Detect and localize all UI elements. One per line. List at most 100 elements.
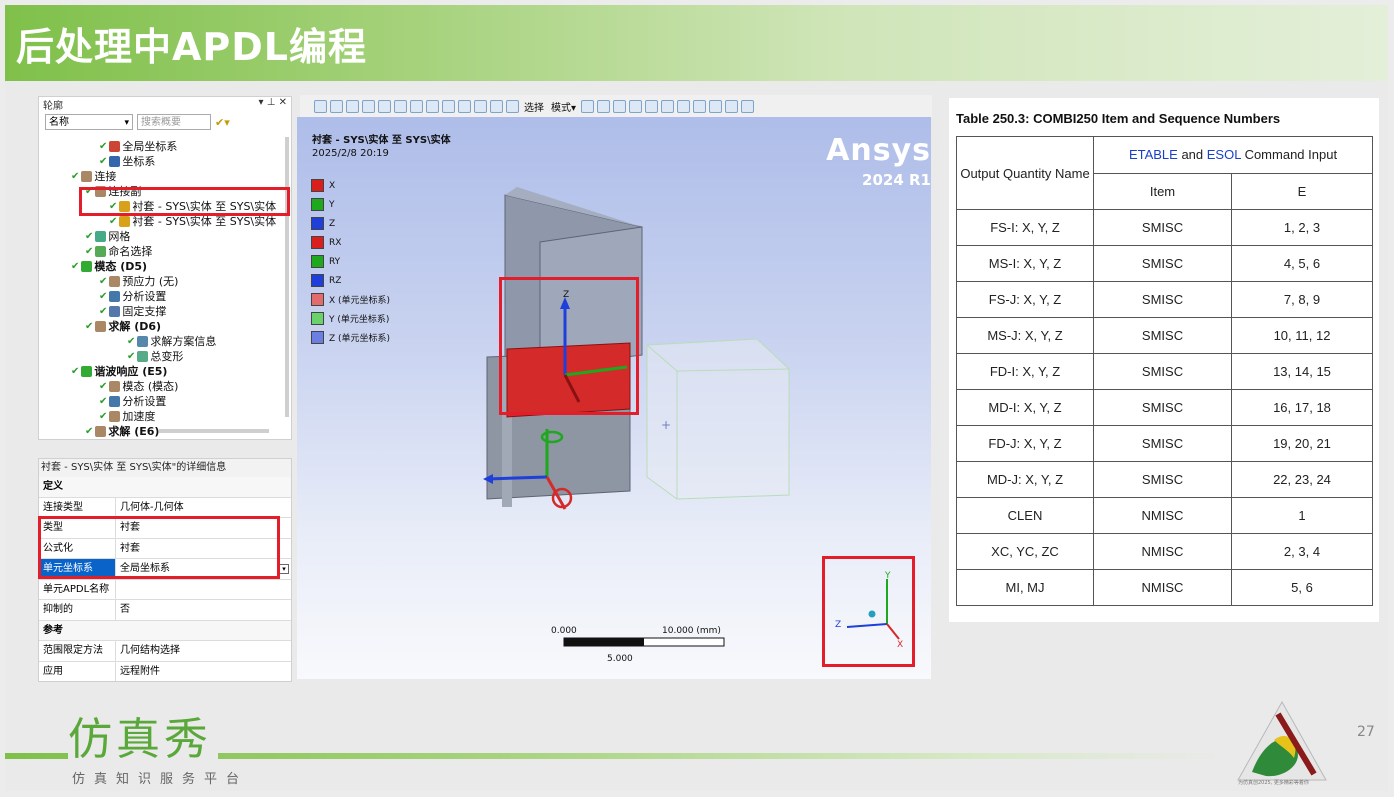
details-row[interactable]: 抑制的否 <box>39 600 291 621</box>
details-row[interactable]: 连接类型 几何体-几何体 <box>39 497 291 518</box>
select-element-icon[interactable] <box>661 99 675 113</box>
details-row[interactable]: 范围限定方法 几何结构选择 <box>39 641 291 662</box>
outline-tree-panel: 轮廓 ▾ ⊥ ✕ 名称 搜索概要 ✔▾ ✔全局坐标系✔坐标系✔连接✔连接副✔衬套… <box>38 96 292 440</box>
tree-item[interactable]: ✔ 坐标系 <box>99 154 155 169</box>
tree-item[interactable]: ✔ 求解 (D6) <box>85 319 161 334</box>
tree-item-label: 求解 (E6) <box>108 425 160 438</box>
next-view-icon[interactable] <box>506 99 519 113</box>
tree-item-label: 求解 (D6) <box>108 320 162 333</box>
table-row: MS-J: X, Y, Z SMISC 10, 11, 12 <box>956 317 1373 354</box>
table-cell-item: SMISC <box>1093 281 1232 318</box>
tree-item-label: 衬套 - SYS\实体 至 SYS\实体 <box>132 215 277 228</box>
panel-controls-icon[interactable]: ▾ ⊥ ✕ <box>259 97 287 111</box>
table-cell-e: 1, 2, 3 <box>1231 209 1373 246</box>
select-body-icon[interactable] <box>629 99 643 113</box>
tree-node-icon <box>81 171 93 182</box>
zoom-fit-icon[interactable] <box>458 99 471 113</box>
tree-item[interactable]: ✔ 固定支撑 <box>99 304 166 319</box>
details-section-label: 参考 <box>43 624 63 636</box>
tree-node-icon <box>95 231 107 242</box>
tree-item[interactable]: ✔ 分析设置 <box>99 394 166 409</box>
tree-node-icon <box>137 351 149 362</box>
details-row[interactable]: 参考 <box>39 620 291 641</box>
table-cell-name: FD-J: X, Y, Z <box>956 425 1094 462</box>
tree-item-label: 全局坐标系 <box>122 140 178 153</box>
table-cell-item: SMISC <box>1093 317 1232 354</box>
tree-item-label: 固定支撑 <box>122 305 167 318</box>
tree-item[interactable]: ✔ 连接 <box>71 169 116 184</box>
details-key: 抑制的 <box>39 600 116 620</box>
details-row[interactable]: 应用 远程附件 <box>39 661 291 681</box>
status-check-icon: ✔ <box>71 171 80 182</box>
tree-item[interactable]: ✔ 衬套 - SYS\实体 至 SYS\实体 <box>109 214 276 229</box>
filter-options-icon[interactable]: ✔▾ <box>215 116 230 129</box>
tree-item[interactable]: ✔ 求解 (E6) <box>85 424 159 439</box>
wireframe-icon[interactable] <box>378 99 391 113</box>
brand-tagline: 仿真知识服务平台 <box>72 772 249 787</box>
table-cell-item: NMISC <box>1093 533 1232 570</box>
tree-item[interactable]: ✔ 求解方案信息 <box>127 334 216 349</box>
tree-item-label: 预应力 (无) <box>122 275 179 288</box>
more-icon[interactable] <box>741 99 755 113</box>
tree-vertical-scrollbar[interactable] <box>285 137 289 417</box>
copy-view-icon[interactable] <box>394 99 407 113</box>
select-edge-icon[interactable] <box>597 99 611 113</box>
tree-item-label: 谐波响应 (E5) <box>94 365 168 378</box>
table-cell-name: FS-I: X, Y, Z <box>956 209 1094 246</box>
rotate-icon[interactable] <box>410 99 423 113</box>
tree-item-label: 模态 (D5) <box>94 260 148 273</box>
header-item: Item <box>1093 172 1232 210</box>
previous-view-icon[interactable] <box>490 99 503 113</box>
status-check-icon: ✔ <box>71 366 80 377</box>
table-row: MS-I: X, Y, Z SMISC 4, 5, 6 <box>956 245 1373 282</box>
table-cell-item: SMISC <box>1093 245 1232 282</box>
tree-search-input[interactable]: 搜索概要 <box>137 114 211 130</box>
extend-select-icon[interactable] <box>677 99 691 113</box>
slide-title: 后处理中APDL编程 <box>16 25 368 69</box>
select-label[interactable]: 选择 <box>524 99 544 114</box>
tree-item[interactable]: ✔ 全局坐标系 <box>99 139 177 154</box>
tree-horizontal-scrollbar[interactable] <box>159 429 269 433</box>
name-filter-select[interactable]: 名称 <box>45 114 133 131</box>
tree-item[interactable]: ✔ 谐波响应 (E5) <box>71 364 167 379</box>
zoom-box-icon[interactable] <box>442 99 455 113</box>
esol-link[interactable]: ESOL <box>1207 147 1241 162</box>
zoom-in-icon[interactable] <box>314 99 327 113</box>
highlight-box-details <box>38 516 280 579</box>
tree-item[interactable]: ✔ 模态 (D5) <box>71 259 147 274</box>
tree-item[interactable]: ✔ 分析设置 <box>99 289 166 304</box>
tree-item[interactable]: ✔ 模态 (模态) <box>99 379 178 394</box>
tree-item[interactable]: ✔ 预应力 (无) <box>99 274 178 289</box>
tree-item[interactable]: ✔ 网格 <box>85 229 130 244</box>
select-vertex-icon[interactable] <box>581 99 595 113</box>
tree-filter-bar: 名称 搜索概要 ✔▾ <box>39 111 291 133</box>
tree-item-label: 连接 <box>94 170 117 183</box>
scale-left-label: 0.000 <box>551 626 577 636</box>
table-row: FD-J: X, Y, Z SMISC 19, 20, 21 <box>956 425 1373 462</box>
mode-dropdown[interactable]: 模式▾ <box>551 99 576 114</box>
details-value: 远程附件 <box>120 665 160 677</box>
tree-panel-title: 轮廓 <box>43 101 63 112</box>
details-row[interactable]: 定义 <box>39 477 291 498</box>
brand-logo: 仿真秀 <box>68 703 218 767</box>
view-cube-icon[interactable] <box>346 99 359 113</box>
details-row[interactable]: 单元APDL名称 <box>39 579 291 600</box>
magnify-icon[interactable] <box>474 99 487 113</box>
table-cell-e: 19, 20, 21 <box>1231 425 1373 462</box>
table-cell-name: FS-J: X, Y, Z <box>956 281 1094 318</box>
select-face-icon[interactable] <box>613 99 627 113</box>
tree-node-icon <box>95 426 107 437</box>
tree-item[interactable]: ✔ 加速度 <box>99 409 155 424</box>
etable-link[interactable]: ETABLE <box>1129 147 1178 162</box>
dropdown-arrow-icon[interactable]: ▾ <box>279 564 289 574</box>
tree-item[interactable]: ✔ 命名选择 <box>85 244 152 259</box>
zoom-out-icon[interactable] <box>330 99 343 113</box>
select-node-icon[interactable] <box>645 99 659 113</box>
tree-item[interactable]: ✔ 总变形 <box>127 349 183 364</box>
clear-icon[interactable] <box>725 99 739 113</box>
sparkle-icon[interactable] <box>709 99 723 113</box>
details-value: 否 <box>120 604 130 615</box>
shaded-view-icon[interactable] <box>362 99 375 113</box>
expand-icon[interactable] <box>693 99 707 113</box>
pan-icon[interactable] <box>426 99 439 113</box>
